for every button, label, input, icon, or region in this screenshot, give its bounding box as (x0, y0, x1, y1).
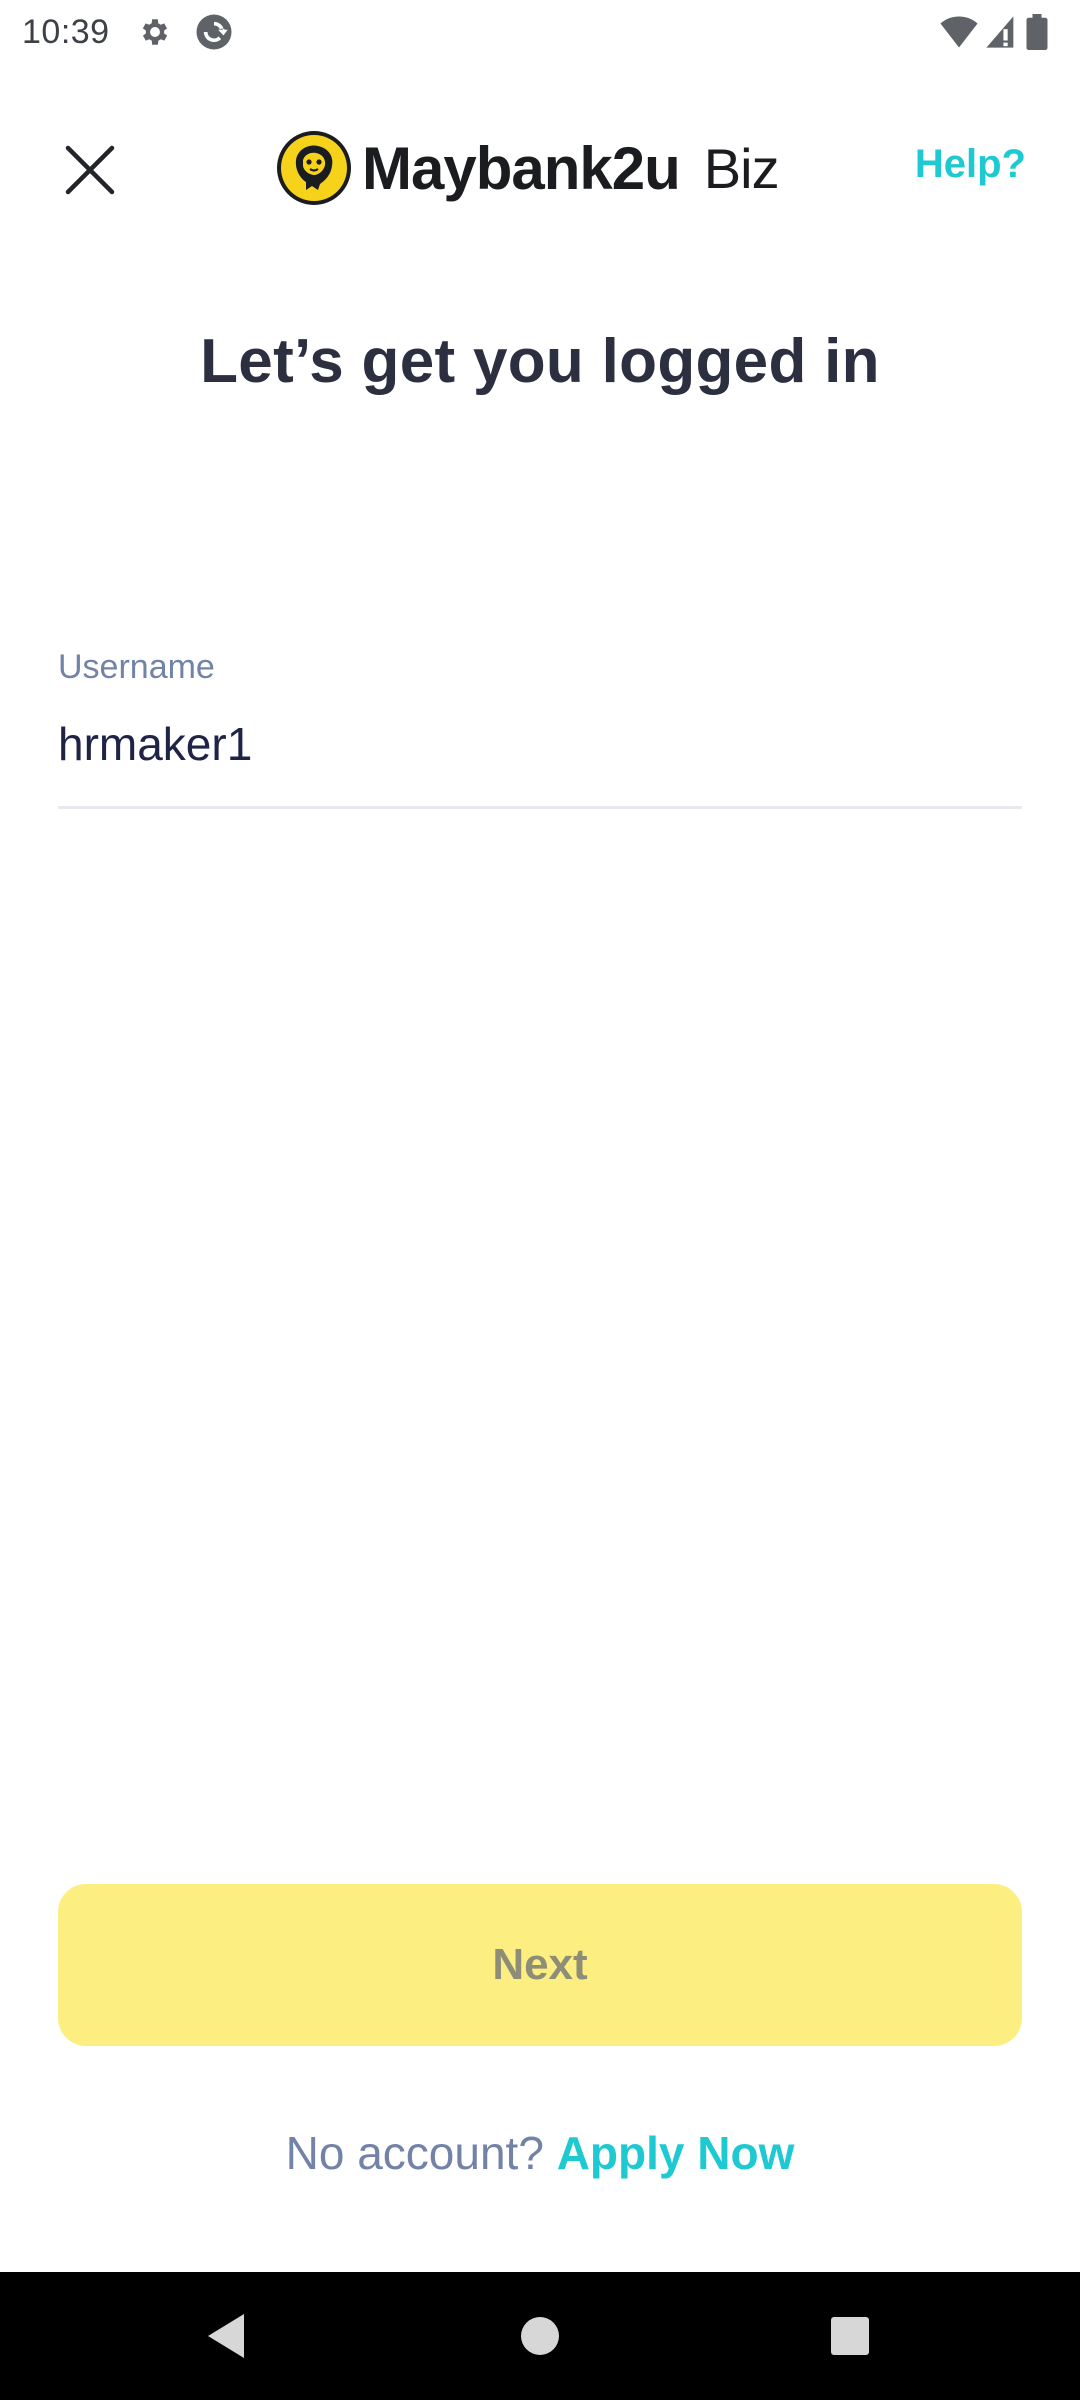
status-right-icons (940, 14, 1058, 50)
status-time: 10:39 (22, 12, 110, 51)
username-field: Username (58, 648, 1022, 810)
brand-name: Maybank2u (362, 134, 681, 202)
gear-icon (138, 15, 172, 49)
maybank-tiger-logo (277, 131, 351, 205)
recents-square-icon (831, 2317, 869, 2355)
brand-logo: Maybank2u Biz (276, 126, 780, 210)
apply-prompt: No account? Apply Now (0, 2126, 1080, 2180)
username-label: Username (58, 648, 215, 686)
status-left-icons (138, 12, 234, 52)
back-triangle-icon (208, 2314, 244, 2358)
username-underline (58, 806, 1022, 809)
apply-now-link[interactable]: Apply Now (557, 2127, 795, 2179)
app-header: Maybank2u Biz Help? (0, 112, 1080, 224)
nav-home-button[interactable] (480, 2272, 600, 2400)
close-button[interactable] (52, 132, 128, 208)
home-circle-icon (521, 2317, 559, 2355)
nav-recents-button[interactable] (790, 2272, 910, 2400)
help-link[interactable]: Help? (915, 142, 1026, 187)
no-account-text: No account? (285, 2127, 544, 2179)
page-title: Let’s get you logged in (200, 327, 880, 396)
wifi-icon (940, 15, 978, 49)
sync-icon (194, 12, 234, 52)
username-input[interactable] (58, 704, 1022, 784)
login-screen: 10:39 Maybank2u Biz Help? Let’s get you … (0, 0, 1080, 2400)
battery-icon (1026, 14, 1048, 50)
nav-back-button[interactable] (166, 2272, 286, 2400)
status-bar: 10:39 (0, 0, 1080, 64)
next-button[interactable]: Next (58, 1884, 1022, 2046)
close-icon (65, 145, 115, 195)
cellular-signal-icon (986, 15, 1018, 49)
brand-suffix: Biz (703, 136, 780, 200)
system-nav-bar (0, 2272, 1080, 2400)
